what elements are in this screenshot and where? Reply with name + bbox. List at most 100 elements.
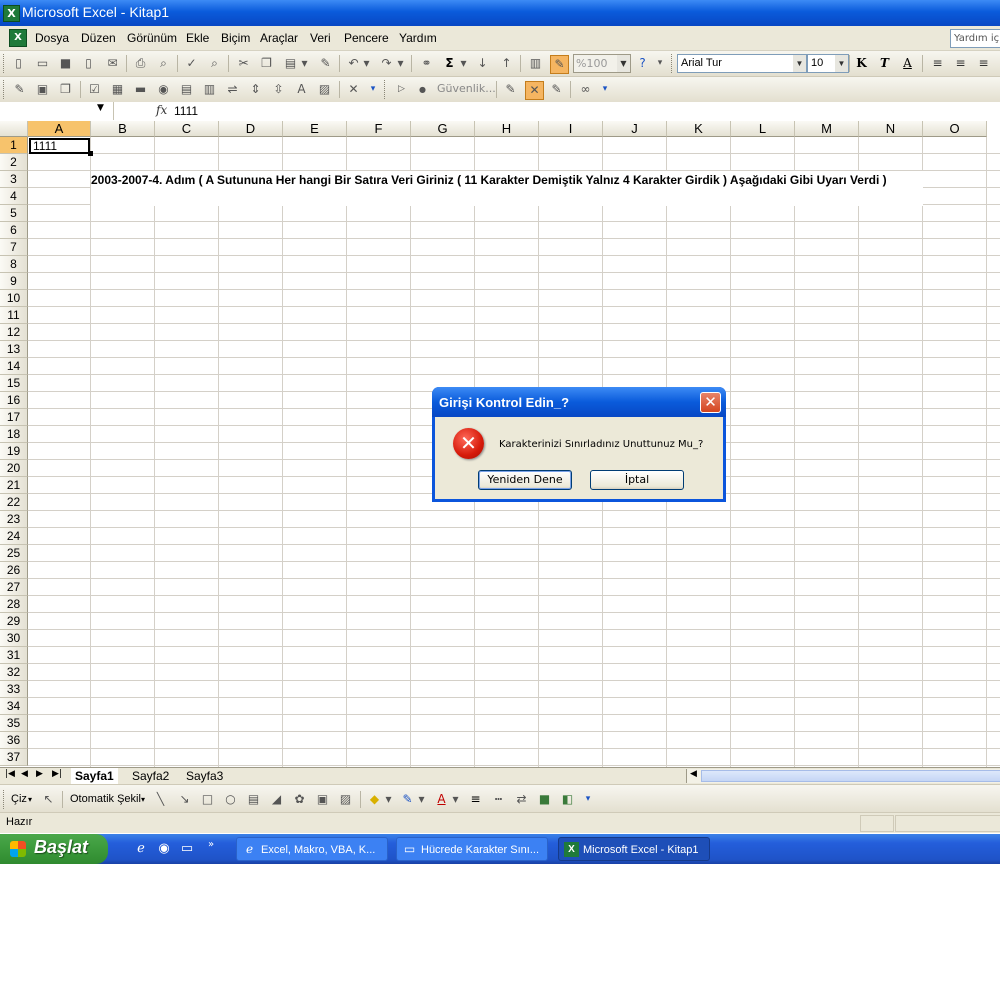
row-header-8[interactable]: 8 [0, 256, 28, 273]
row-header-1[interactable]: 1 [0, 137, 28, 154]
spinner-control-icon[interactable]: ⇕ [247, 81, 264, 98]
wordart-icon[interactable]: ◢ [268, 791, 285, 808]
row-header-3[interactable]: 3 [0, 171, 28, 188]
print-preview-icon[interactable]: ⌕ [155, 55, 172, 72]
redo-dropdown-icon[interactable]: ▾ [396, 55, 405, 72]
save-icon[interactable]: ■ [57, 55, 74, 72]
oval-icon[interactable]: ○ [222, 791, 239, 808]
column-header-g[interactable]: G [411, 121, 475, 137]
column-header-a[interactable]: A [28, 121, 91, 137]
permission-icon[interactable]: ▯ [80, 55, 97, 72]
format-painter-icon[interactable]: ✎ [317, 55, 334, 72]
select-objects-icon[interactable]: ↖ [40, 791, 57, 808]
row-header-16[interactable]: 16 [0, 392, 28, 409]
row-header-2[interactable]: 2 [0, 154, 28, 171]
cut-icon[interactable]: ✂ [235, 55, 252, 72]
autoshapes-button[interactable]: Otomatik Şekil [70, 793, 141, 805]
record-icon[interactable]: ● [414, 81, 431, 98]
arrow-icon[interactable]: ↘ [176, 791, 193, 808]
toolbar-options-icon[interactable]: ▾ [655, 55, 665, 72]
chevron-down-icon[interactable]: ▼ [793, 55, 806, 72]
row-header-36[interactable]: 36 [0, 732, 28, 749]
toolbar-grip[interactable] [3, 54, 7, 73]
prev-sheet-icon[interactable]: ◀ [21, 769, 28, 779]
new-file-icon[interactable]: ▯ [10, 55, 27, 72]
menu-yardim[interactable]: Yardım [399, 31, 437, 45]
arrow-style-icon[interactable]: ⇄ [513, 791, 530, 808]
toolbar-grip[interactable] [384, 80, 388, 99]
dialog-title-bar[interactable]: Girişi Kontrol Edin_? ✕ [432, 387, 726, 417]
rectangle-icon[interactable]: □ [199, 791, 216, 808]
chevron-down-icon[interactable]: ▾ [28, 795, 32, 804]
chart-wizard-icon[interactable]: ▥ [527, 55, 544, 72]
column-header-j[interactable]: J [603, 121, 667, 137]
sheet-tab-3[interactable]: Sayfa3 [186, 768, 223, 784]
play-icon[interactable]: ▷ [393, 81, 410, 98]
row-header-18[interactable]: 18 [0, 426, 28, 443]
row-header-15[interactable]: 15 [0, 375, 28, 392]
spelling-icon[interactable]: ✓ [183, 55, 200, 72]
toolbar-grip[interactable] [3, 80, 7, 99]
column-header-l[interactable]: L [731, 121, 795, 137]
column-header-b[interactable]: B [91, 121, 155, 137]
fill-color-icon[interactable]: ◆ [366, 791, 383, 808]
cell-a1[interactable]: 1111 [29, 138, 90, 154]
drawing-toggle-icon[interactable]: ✎ [550, 55, 569, 74]
row-header-34[interactable]: 34 [0, 698, 28, 715]
fill-handle[interactable] [88, 151, 93, 156]
button-control-icon[interactable]: ▬ [132, 81, 149, 98]
row-header-4[interactable]: 4 [0, 188, 28, 205]
macro-record-icon[interactable]: ✎ [548, 81, 565, 98]
line-style-icon[interactable]: ≡ [467, 791, 484, 808]
combobox-control-icon[interactable]: ▥ [201, 81, 218, 98]
chevron-down-icon[interactable]: ▼ [617, 55, 630, 72]
vb-editor-icon[interactable]: ✎ [502, 81, 519, 98]
paste-dropdown-icon[interactable]: ▾ [300, 55, 309, 72]
sort-descending-icon[interactable]: ↑ [498, 55, 515, 72]
help-search-input[interactable]: Yardım için [950, 29, 1000, 48]
column-header-h[interactable]: H [475, 121, 539, 137]
scroll-thumb[interactable] [701, 770, 1000, 782]
option-button-icon[interactable]: ◉ [155, 81, 172, 98]
menu-dosya[interactable]: Dosya [35, 31, 69, 45]
row-header-14[interactable]: 14 [0, 358, 28, 375]
toolbar-options-icon[interactable]: ▾ [368, 81, 378, 98]
italic-button[interactable]: T [876, 55, 893, 72]
listbox-control-icon[interactable]: ▤ [178, 81, 195, 98]
chevron-down-icon[interactable]: ▾ [384, 791, 393, 808]
row-header-9[interactable]: 9 [0, 273, 28, 290]
browser-icon[interactable]: ◉ [156, 841, 172, 857]
next-sheet-icon[interactable]: ▶ [36, 769, 43, 779]
align-center-icon[interactable]: ≡ [952, 55, 969, 72]
row-header-21[interactable]: 21 [0, 477, 28, 494]
column-header-d[interactable]: D [219, 121, 283, 137]
close-icon[interactable]: ✕ [700, 392, 721, 413]
workbook-icon[interactable]: X [9, 29, 27, 47]
column-header-f[interactable]: F [347, 121, 411, 137]
chevron-down-icon[interactable]: ▾ [417, 791, 426, 808]
checkbox-control-icon[interactable]: ☑ [86, 81, 103, 98]
undo-dropdown-icon[interactable]: ▾ [362, 55, 371, 72]
paste-icon[interactable]: ▤ [282, 55, 299, 72]
row-header-10[interactable]: 10 [0, 290, 28, 307]
security-button[interactable]: Güvenlik... [437, 82, 496, 95]
menu-araclar[interactable]: Araçlar [260, 31, 298, 45]
font-color-icon[interactable]: A [433, 791, 450, 808]
task-browser[interactable]: ℯ Excel, Makro, VBA, K... [236, 837, 388, 861]
design-toggle-icon[interactable]: ✕ [525, 81, 544, 100]
menu-pencere[interactable]: Pencere [344, 31, 389, 45]
row-header-25[interactable]: 25 [0, 545, 28, 562]
undo-icon[interactable]: ↶ [345, 55, 362, 72]
control-properties-icon[interactable]: ⇳ [270, 81, 287, 98]
autosum-icon[interactable]: Σ [441, 55, 458, 72]
insert-function-icon[interactable]: fx [156, 103, 167, 117]
shadow-icon[interactable]: ■ [536, 791, 553, 808]
line-icon[interactable]: ╲ [152, 791, 169, 808]
font-size-select[interactable]: 10 ▼ [807, 54, 849, 73]
clipart-icon[interactable]: ▣ [314, 791, 331, 808]
quicklaunch-more-icon[interactable]: » [203, 837, 219, 853]
align-right-icon[interactable]: ≡ [975, 55, 992, 72]
scroll-left-icon[interactable]: ◀ [690, 769, 697, 779]
help-icon[interactable]: ? [634, 55, 651, 72]
retry-button[interactable]: Yeniden Dene [478, 470, 572, 490]
